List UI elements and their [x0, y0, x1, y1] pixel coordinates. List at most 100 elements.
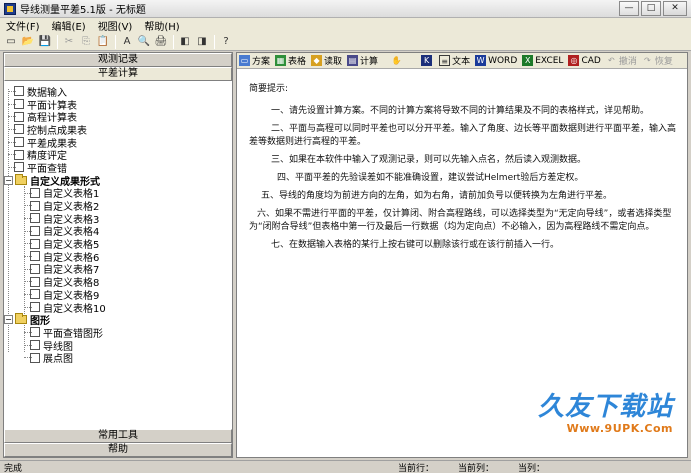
text-export-button[interactable]: ≡ 文本	[439, 54, 470, 67]
undo-icon: ↶	[607, 56, 615, 65]
cut-icon[interactable]: ✂	[61, 34, 77, 50]
copy-icon[interactable]: ⎘	[78, 34, 94, 50]
tree-item-custom-table-8[interactable]: 自定义表格8	[4, 275, 232, 289]
tree-item-plane-error-graph[interactable]: 平面查错图形	[4, 326, 232, 340]
undo-button[interactable]: ↶ 撤消	[606, 54, 637, 67]
header-adjustment-calc[interactable]: 平差计算	[4, 67, 232, 81]
tree-connector	[24, 332, 32, 334]
tree-connector	[8, 103, 16, 105]
paste-icon[interactable]: 📋	[95, 34, 111, 50]
tree-connector	[8, 154, 16, 156]
window-controls: — □ ✕	[619, 1, 687, 16]
open-icon[interactable]: 📂	[20, 34, 36, 50]
tree-connector	[8, 167, 16, 169]
tree-item-custom-table-9[interactable]: 自定义表格9	[4, 288, 232, 302]
current-col-label: 当前列：	[458, 463, 495, 473]
tree-item-custom-table-5[interactable]: 自定义表格5	[4, 237, 232, 251]
tree-connector	[24, 344, 32, 346]
tree-connector	[24, 281, 32, 283]
app-icon	[4, 2, 16, 15]
current-extra-label: 当列：	[518, 463, 546, 473]
close-button[interactable]: ✕	[663, 1, 687, 16]
word-export-button[interactable]: W WORD	[475, 55, 517, 66]
tree-connector	[8, 91, 16, 92]
site-watermark: 久友下载站 Www.9UPK.Com	[538, 392, 673, 435]
help-icon[interactable]: ?	[218, 34, 234, 50]
tips-content: 简要提示: 一、请先设置计算方案。不同的计算方案将导致不同的计算结果及不同的表格…	[237, 69, 687, 252]
table-label: 表格	[288, 57, 307, 67]
tip-paragraph: 七、在数据输入表格的某行上按右键可以删除该行或在该行前插入一行。	[271, 240, 560, 250]
draw-button[interactable]: ✋	[391, 55, 404, 66]
read-button[interactable]: ◆ 读取	[311, 54, 342, 67]
tree-item-point-plot[interactable]: 展点图	[4, 351, 232, 366]
table-button[interactable]: ▦ 表格	[275, 54, 306, 67]
calc-button[interactable]: ▤ 计算	[347, 54, 378, 67]
tip-paragraph: 五、导线的角度均为前进方向的左角，如为右角，请前加负号以便转换为左角进行平差。	[261, 191, 613, 201]
cad-icon: ◎	[568, 55, 580, 66]
tree-item-custom-table-7[interactable]: 自定义表格7	[4, 263, 232, 276]
undo-label: 撤消	[618, 57, 637, 67]
scheme-button[interactable]: ▭ 方案	[239, 54, 270, 67]
tree-connector	[24, 192, 32, 194]
cad-export-button[interactable]: ◎ CAD	[568, 55, 601, 66]
redo-button[interactable]: ↷ 恢复	[642, 54, 673, 67]
tree-group-custom-output[interactable]: − 自定义成果形式	[4, 173, 232, 188]
read-icon: ◆	[311, 55, 323, 66]
tree-group-graphics[interactable]: − 图形	[4, 313, 232, 327]
tree-connector	[8, 129, 16, 131]
collapse-icon[interactable]: −	[4, 315, 13, 325]
word-icon: W	[475, 55, 487, 66]
tree-connector	[24, 306, 32, 308]
minimize-button[interactable]: —	[619, 1, 639, 16]
k-button[interactable]: K	[421, 55, 434, 66]
tree-item-traverse-graph[interactable]: 导线图	[4, 339, 232, 353]
tips-heading: 简要提示:	[249, 84, 289, 94]
status-bar: 完成 当前行： 当前列： 当列：	[0, 460, 691, 473]
tree-connector	[24, 255, 32, 257]
toolbar-separator	[115, 34, 116, 49]
tree-item-custom-table-4[interactable]: 自定义表格4	[4, 225, 232, 238]
status-text: 完成	[4, 463, 23, 473]
header-common-tools[interactable]: 常用工具	[4, 429, 232, 443]
redo-label: 恢复	[654, 57, 673, 67]
tree-connector	[24, 217, 32, 219]
preview-icon[interactable]: 🔍	[136, 34, 152, 50]
folder-open-icon	[15, 173, 27, 185]
redo-icon: ↷	[643, 56, 651, 65]
excel-icon: X	[522, 55, 534, 66]
window-title: 导线测量平差5.1版 - 无标题	[20, 5, 146, 16]
read-label: 读取	[324, 57, 343, 67]
tip-paragraph: 二、平面与高程可以同时平差也可以分开平差。输入了角度、边长等平面数据则进行平面平…	[249, 124, 677, 147]
tree-item-custom-table-1[interactable]: 自定义表格1	[4, 187, 232, 200]
bottom-headers: 常用工具 帮助	[4, 429, 232, 457]
print-icon[interactable]: 🖨	[153, 34, 169, 50]
pane-left-icon[interactable]: ◧	[177, 34, 193, 50]
text-export-label: 文本	[452, 57, 471, 67]
save-icon[interactable]: 💾	[37, 34, 53, 50]
current-row-label: 当前行：	[398, 463, 435, 473]
pane-right-icon[interactable]: ◨	[194, 34, 210, 50]
tree-connector	[24, 243, 32, 245]
menu-bar: 文件(F) 编辑(E) 视图(V) 帮助(H)	[0, 18, 691, 33]
menu-file[interactable]: 文件(F)	[0, 18, 46, 33]
tree-item-custom-table-6[interactable]: 自定义表格6	[4, 250, 232, 264]
collapse-icon[interactable]: −	[4, 175, 13, 185]
tree-item-custom-table-3[interactable]: 自定义表格3	[4, 212, 232, 226]
nav-tree: 数据输入 平面计算表 高程计算表 控制点成果表 平差成果表 精度评定 平面查错 …	[4, 83, 232, 428]
calc-label: 计算	[360, 57, 379, 67]
menu-help[interactable]: 帮助(H)	[138, 18, 185, 33]
excel-export-label: EXCEL	[535, 55, 564, 66]
tree-item-label: 展点图	[43, 354, 73, 366]
header-observation-records[interactable]: 观测记录	[4, 53, 232, 67]
new-icon[interactable]: ▭	[3, 34, 19, 50]
header-help[interactable]: 帮助	[4, 443, 232, 457]
menu-view[interactable]: 视图(V)	[92, 18, 139, 33]
tree-item-custom-table-2[interactable]: 自定义表格2	[4, 199, 232, 213]
text-icon[interactable]: A	[119, 34, 135, 50]
menu-edit[interactable]: 编辑(E)	[46, 18, 92, 33]
tip-paragraph: 六、如果不需进行平面的平差，仅计算闭、附合高程路线，可以选择类型为“无定向导线”…	[249, 209, 672, 232]
excel-export-button[interactable]: X EXCEL	[522, 55, 563, 66]
scheme-icon: ▭	[239, 55, 250, 66]
content-toolbar: ▭ 方案 ▦ 表格 ◆ 读取 ▤ 计算 ✋ K ≡ 文本 W WORD X EXCEL ◎ CA…	[237, 53, 687, 69]
maximize-button[interactable]: □	[641, 1, 661, 16]
